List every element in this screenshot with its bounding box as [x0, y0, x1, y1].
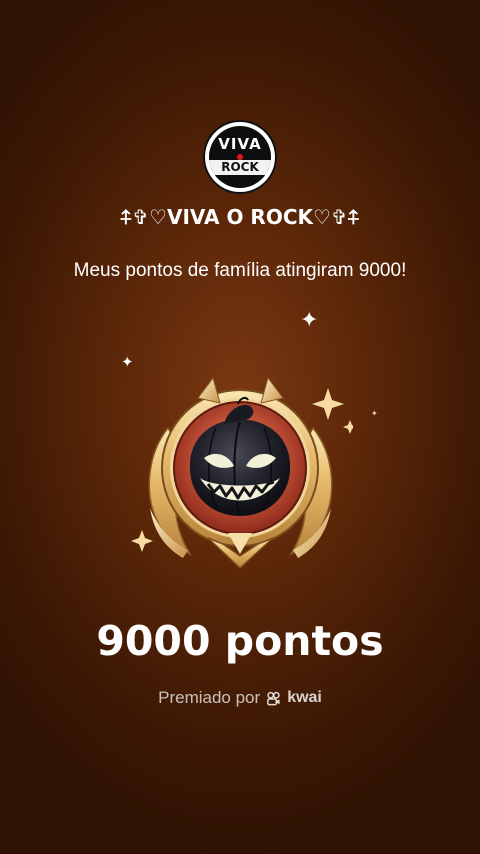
points-label: 9000 pontos: [96, 617, 384, 665]
family-logo-text-bottom: ROCK: [221, 160, 259, 174]
awarded-by: Premiado por kwai: [0, 688, 480, 708]
family-logo-text-top: VIVA: [218, 135, 262, 153]
sparkle-icon: ✦: [300, 308, 319, 333]
family-avatar[interactable]: VIVA ROCK: [205, 122, 275, 192]
kwai-logo-icon: [267, 691, 280, 705]
family-achievement-screen: VIVA ROCK ⍏✞♡VIVA O ROCK♡✞⍏ Meus pontos …: [0, 0, 480, 854]
family-name: ⍏✞♡VIVA O ROCK♡✞⍏: [120, 205, 360, 229]
pumpkin-badge-icon: [131, 376, 353, 570]
awarded-by-prefix: Premiado por: [158, 688, 261, 707]
achievement-message: Meus pontos de família atingiram 9000!: [73, 260, 407, 281]
sparkle-icon: ✦: [371, 409, 378, 418]
family-logo: VIVA ROCK: [209, 126, 271, 188]
kwai-brand: kwai: [287, 689, 322, 706]
